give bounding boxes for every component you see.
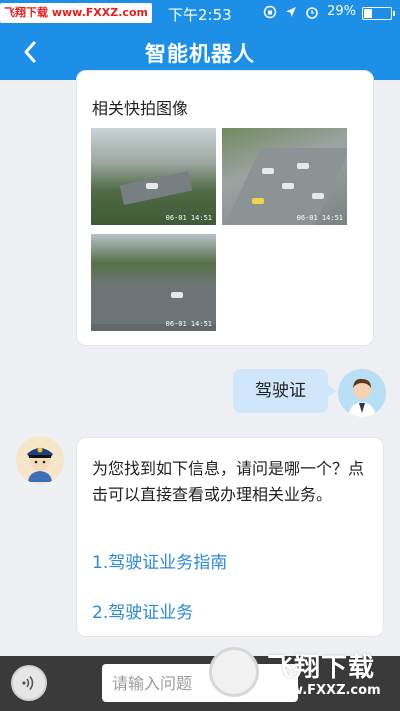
photo-timestamp: 06-01 14:51: [296, 214, 343, 222]
bot-answer-card: 为您找到如下信息，请问是哪一个？点击可以直接查看或办理相关业务。 1.驾驶证业务…: [76, 437, 384, 637]
voice-icon: [22, 676, 34, 690]
bot-answer-text: 为您找到如下信息，请问是哪一个？点击可以直接查看或办理相关业务。: [92, 459, 365, 504]
battery-icon: [362, 7, 395, 20]
photo-timestamp: 06-01 14:51: [165, 320, 212, 328]
photos-card-title: 相关快拍图像: [92, 99, 189, 118]
watermark-url: www.FXXZ.com: [267, 683, 381, 698]
page-title: 智能机器人: [145, 42, 255, 66]
bot-avatar: [16, 436, 64, 484]
traffic-photo-3[interactable]: 06-01 14:51: [91, 234, 216, 331]
status-bar: 飞翔下载 www.FXXZ.com 下午2:53 29%: [0, 0, 400, 26]
watermark-logo: 飞翔下载 www.FXXZ.com: [205, 643, 397, 705]
license-service-link[interactable]: 2.驾驶证业务: [92, 598, 193, 623]
watermark-tag: 飞翔下载 www.FXXZ.com: [0, 3, 152, 23]
watermark-name: 飞翔下载: [267, 653, 376, 683]
status-icons: 29%: [263, 4, 356, 19]
user-avatar-icon: [338, 369, 386, 417]
license-guide-link[interactable]: 1.驾驶证业务指南: [92, 548, 227, 573]
orientation-lock-icon: [263, 5, 277, 18]
voice-button[interactable]: [11, 665, 47, 701]
user-message-bubble: 驾驶证: [233, 369, 336, 413]
traffic-photo-1[interactable]: 06-01 14:51: [91, 128, 216, 225]
photos-message-card: 相关快拍图像 06-01 14:51 06-01 14:51 06-01 14:…: [76, 70, 374, 346]
watermark-emblem-icon: [209, 647, 259, 697]
battery-fill: [364, 9, 373, 18]
status-time: 下午2:53: [168, 6, 232, 24]
location-icon: [286, 6, 297, 17]
traffic-photo-2[interactable]: 06-01 14:51: [222, 128, 347, 225]
user-avatar: [338, 369, 386, 417]
battery-percent: 29%: [327, 4, 356, 19]
photo-timestamp: 06-01 14:51: [165, 214, 212, 222]
alarm-icon: [306, 6, 318, 19]
police-robot-icon: [16, 436, 64, 484]
